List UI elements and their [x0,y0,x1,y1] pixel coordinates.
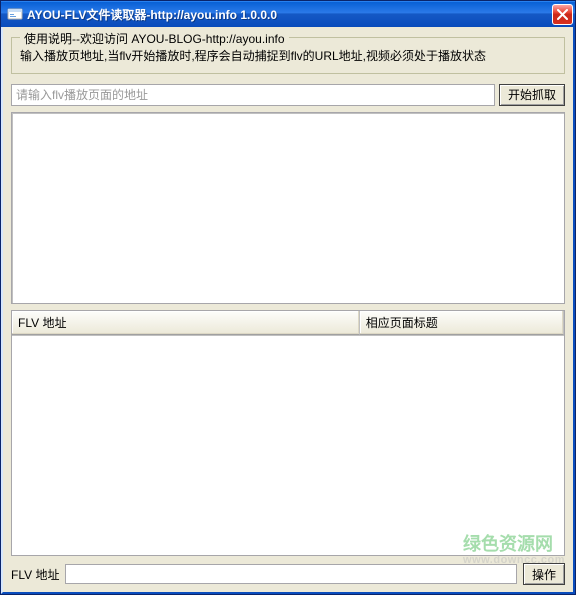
window-title: AYOU-FLV文件读取器-http://ayou.info 1.0.0.0 [27,6,552,23]
url-input[interactable] [11,84,495,106]
close-button[interactable] [552,4,573,25]
column-page-title[interactable]: 相应页面标题 [360,311,564,335]
title-bar: AYOU-FLV文件读取器-http://ayou.info 1.0.0.0 [1,1,575,27]
flv-address-label: FLV 地址 [11,566,59,583]
column-flv-url[interactable]: FLV 地址 [12,311,360,335]
bottom-row: FLV 地址 操作 [11,562,565,586]
client-area: 使用说明--欢迎访问 AYOU-BLOG-http://ayou.info 输入… [1,27,575,594]
usage-text: 输入播放页地址,当flv开始播放时,程序会自动捕捉到flv的URL地址,视频必须… [20,48,556,65]
flv-address-input[interactable] [65,564,517,584]
app-icon [7,6,23,22]
table-body[interactable] [12,336,564,555]
table-header: FLV 地址 相应页面标题 [12,311,564,336]
start-capture-button[interactable]: 开始抓取 [499,84,565,106]
usage-groupbox: 使用说明--欢迎访问 AYOU-BLOG-http://ayou.info 输入… [11,37,565,74]
action-button[interactable]: 操作 [523,563,565,585]
output-textarea[interactable] [11,112,565,304]
results-table: FLV 地址 相应页面标题 [11,310,565,556]
app-window: AYOU-FLV文件读取器-http://ayou.info 1.0.0.0 使… [0,0,576,595]
input-row: 开始抓取 [11,84,565,106]
close-icon [557,9,568,20]
usage-legend: 使用说明--欢迎访问 AYOU-BLOG-http://ayou.info [20,30,289,47]
